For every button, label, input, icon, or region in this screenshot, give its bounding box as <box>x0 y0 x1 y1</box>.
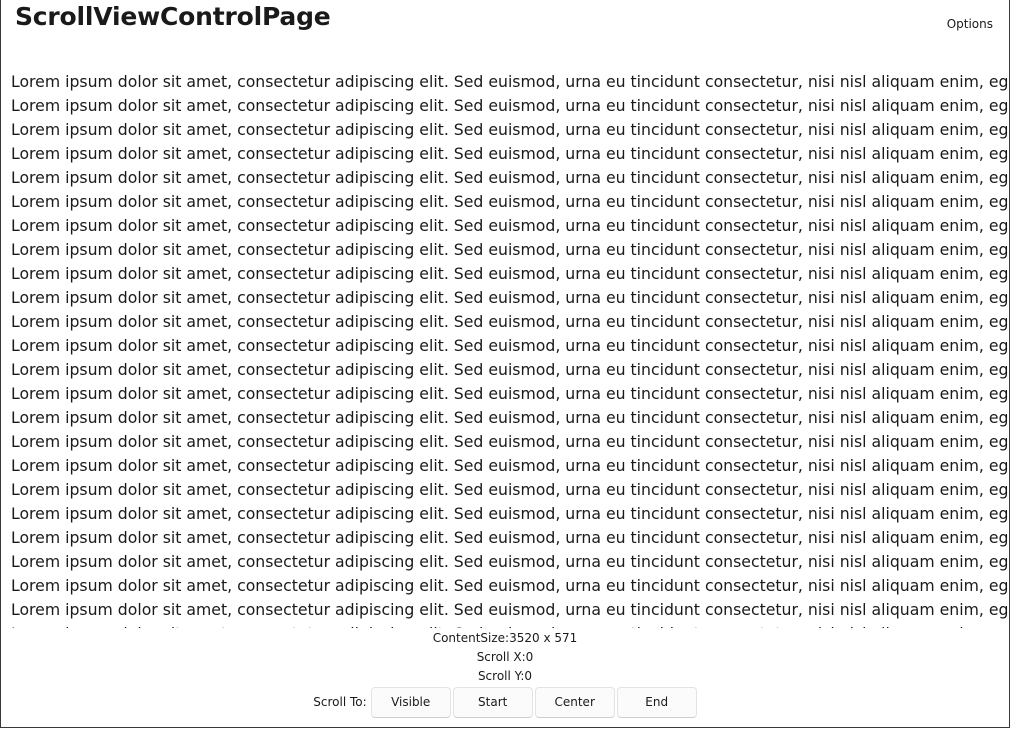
scroll-view[interactable]: Lorem ipsum dolor sit amet, consectetur … <box>11 70 1009 628</box>
page-title: ScrollViewControlPage <box>15 2 331 31</box>
scroll-to-label: Scroll To: <box>313 695 367 709</box>
scroll-y-label: Scroll Y:0 <box>477 669 533 683</box>
scroll-to-start-button[interactable]: Start <box>452 686 533 718</box>
text-line: Lorem ipsum dolor sit amet, consectetur … <box>11 168 1009 187</box>
scroll-x-label: Scroll X:0 <box>476 650 534 664</box>
text-line: Lorem ipsum dolor sit amet, consectetur … <box>11 622 1009 628</box>
content-size-label: ContentSize:3520 x 571 <box>432 631 578 645</box>
text-line: Lorem ipsum dolor sit amet, consectetur … <box>11 120 1009 139</box>
text-line: Lorem ipsum dolor sit amet, consectetur … <box>11 336 1009 355</box>
text-line: Lorem ipsum dolor sit amet, consectetur … <box>11 408 1009 427</box>
text-line: Lorem ipsum dolor sit amet, consectetur … <box>11 432 1009 451</box>
scroll-to-row: Scroll To: Visible Start Center End <box>1 686 1009 718</box>
text-line: Lorem ipsum dolor sit amet, consectetur … <box>11 144 1009 163</box>
scroll-content: Lorem ipsum dolor sit amet, consectetur … <box>11 70 1009 628</box>
scroll-to-center-button[interactable]: Center <box>534 686 615 718</box>
text-line: Lorem ipsum dolor sit amet, consectetur … <box>11 456 1009 475</box>
text-line: Lorem ipsum dolor sit amet, consectetur … <box>11 384 1009 403</box>
text-line: Lorem ipsum dolor sit amet, consectetur … <box>11 576 1009 595</box>
scroll-to-visible-button[interactable]: Visible <box>370 686 451 718</box>
text-line: Lorem ipsum dolor sit amet, consectetur … <box>11 96 1009 115</box>
text-line: Lorem ipsum dolor sit amet, consectetur … <box>11 240 1009 259</box>
text-line: Lorem ipsum dolor sit amet, consectetur … <box>11 504 1009 523</box>
text-line: Lorem ipsum dolor sit amet, consectetur … <box>11 192 1009 211</box>
text-line: Lorem ipsum dolor sit amet, consectetur … <box>11 264 1009 283</box>
text-line: Lorem ipsum dolor sit amet, consectetur … <box>11 312 1009 331</box>
text-line: Lorem ipsum dolor sit amet, consectetur … <box>11 552 1009 571</box>
app-window: ScrollViewControlPage Options Lorem ipsu… <box>0 0 1010 728</box>
text-line: Lorem ipsum dolor sit amet, consectetur … <box>11 480 1009 499</box>
text-line: Lorem ipsum dolor sit amet, consectetur … <box>11 288 1009 307</box>
scroll-to-end-button[interactable]: End <box>616 686 697 718</box>
text-line: Lorem ipsum dolor sit amet, consectetur … <box>11 72 1009 91</box>
options-button[interactable]: Options <box>947 15 993 33</box>
text-line: Lorem ipsum dolor sit amet, consectetur … <box>11 528 1009 547</box>
text-line: Lorem ipsum dolor sit amet, consectetur … <box>11 216 1009 235</box>
text-line: Lorem ipsum dolor sit amet, consectetur … <box>11 360 1009 379</box>
text-line: Lorem ipsum dolor sit amet, consectetur … <box>11 600 1009 619</box>
